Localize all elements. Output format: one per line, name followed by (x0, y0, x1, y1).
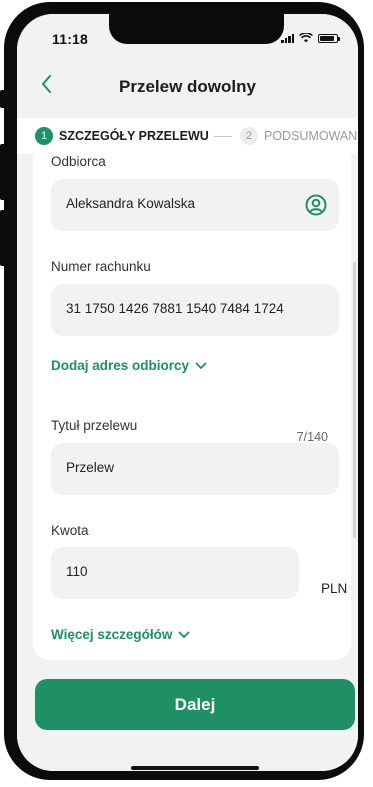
wifi-icon (299, 33, 313, 43)
chevron-down-icon (195, 362, 207, 369)
volume-up-button (0, 144, 6, 200)
status-time: 11:18 (52, 31, 89, 47)
step-divider (214, 136, 232, 137)
amount-label: Kwota (51, 523, 89, 538)
recipient-value: Aleksandra Kowalska (66, 196, 196, 211)
recipient-label: Odbiorca (51, 154, 106, 169)
page-title: Przelew dowolny (119, 77, 256, 96)
next-button[interactable]: Dalej (35, 679, 355, 730)
contact-person-icon[interactable] (305, 194, 327, 216)
more-details-label: Więcej szczegółów (51, 627, 173, 642)
chevron-down-icon (179, 631, 190, 638)
account-number-field[interactable]: 31 1750 1426 7881 1540 7484 1724 (51, 284, 339, 336)
notch (109, 14, 284, 44)
recipient-field[interactable]: Aleksandra Kowalska (51, 179, 339, 231)
step-2-label: PODSUMOWANIE (264, 129, 358, 143)
volume-down-button (0, 210, 6, 266)
account-number-value: 31 1750 1426 7881 1540 7484 1724 (66, 301, 284, 316)
transfer-title-label: Tytuł przelewu (51, 418, 138, 433)
account-label: Numer rachunku (51, 259, 151, 274)
home-indicator (131, 766, 259, 770)
title-char-counter: 7/140 (296, 430, 328, 444)
battery-icon (318, 33, 340, 43)
phone-frame: 11:18 Przelew dowolny 1 SZCZEGÓŁY PRZELE… (4, 2, 364, 780)
add-recipient-address-link[interactable]: Dodaj adres odbiorcy (51, 358, 207, 373)
transfer-title-value: Przelew (66, 460, 115, 475)
step-1-number: 1 (35, 127, 53, 145)
step-1-label: SZCZEGÓŁY PRZELEWU (59, 129, 209, 143)
screen: 11:18 Przelew dowolny 1 SZCZEGÓŁY PRZELE… (17, 14, 358, 771)
currency-label: PLN (321, 581, 348, 596)
amount-field[interactable]: 110 (51, 547, 299, 599)
transfer-title-field[interactable]: Przelew (51, 443, 339, 495)
status-icons (281, 33, 340, 43)
more-details-link[interactable]: Więcej szczegółów (51, 627, 190, 642)
amount-value: 110 (66, 564, 88, 579)
scrollbar[interactable] (353, 262, 356, 538)
signal-icon (281, 33, 294, 43)
add-recipient-address-label: Dodaj adres odbiorcy (51, 358, 190, 373)
mute-switch (0, 90, 6, 108)
stepper: 1 SZCZEGÓŁY PRZELEWU 2 PODSUMOWANIE (17, 118, 358, 154)
step-2-number: 2 (240, 127, 258, 145)
